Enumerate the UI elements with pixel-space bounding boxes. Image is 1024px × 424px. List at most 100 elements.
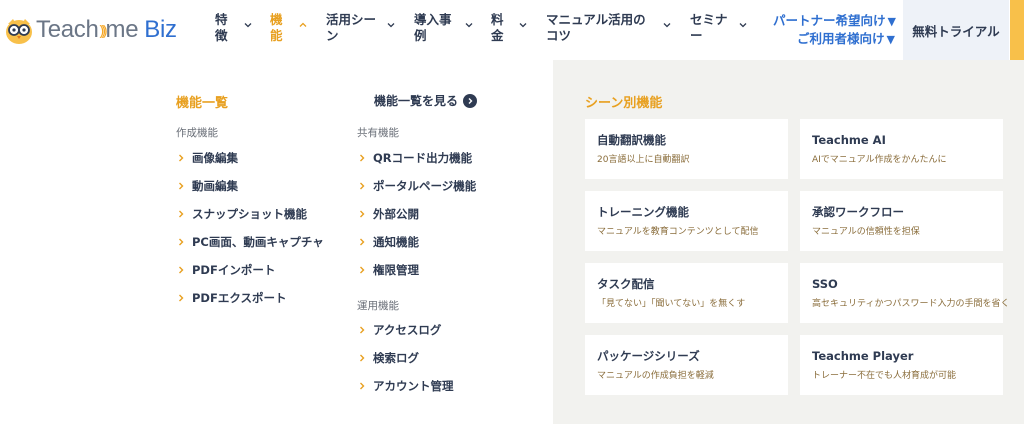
nav-functions-label: 機能 — [270, 12, 283, 43]
menu-link-screen-capture[interactable]: PC画面、動画キャプチャ — [176, 234, 324, 250]
card-description: 20言語以上に自動翻訳 — [597, 155, 690, 165]
nav-features-label: 特徴 — [215, 12, 228, 43]
menu-link-video-edit[interactable]: 動画編集 — [176, 178, 238, 194]
chevron-right-icon — [360, 238, 365, 246]
menu-link-label: 検索ログ — [373, 351, 419, 365]
menu-link-snapshot[interactable]: スナップショット機能 — [176, 206, 307, 222]
chevron-up-icon — [298, 20, 308, 30]
nav-case-studies[interactable]: 導入事例 — [414, 12, 473, 44]
menu-link-access-log[interactable]: アクセスログ — [357, 322, 441, 338]
card-title: パッケージシリーズ — [597, 349, 700, 363]
nav-functions[interactable]: 機能 — [270, 12, 307, 44]
see-all-features-link[interactable]: 機能一覧を見る — [374, 92, 478, 109]
menu-link-search-log[interactable]: 検索ログ — [357, 350, 419, 366]
menu-link-label: 通知機能 — [373, 235, 419, 249]
card-title: Teachme Player — [812, 349, 914, 363]
menu-link-permissions[interactable]: 権限管理 — [357, 262, 419, 278]
chevron-right-icon — [360, 182, 365, 190]
chevron-right-icon — [179, 154, 184, 162]
chevron-right-icon — [179, 182, 184, 190]
card-description: 「見てない」「聞いてない」を無くす — [597, 299, 746, 309]
menu-link-label: ポータルページ機能 — [373, 179, 477, 193]
nav-pricing[interactable]: 料金 — [491, 12, 527, 44]
partner-link-label: パートナー希望向け — [773, 13, 886, 28]
operation-group-label: 運用機能 — [357, 300, 399, 312]
card-title: タスク配信 — [597, 277, 655, 291]
menu-link-image-edit[interactable]: 画像編集 — [176, 150, 238, 166]
menu-link-label: PDFインポート — [192, 263, 276, 277]
menu-link-label: スナップショット機能 — [192, 207, 307, 221]
chevron-right-icon — [179, 210, 184, 218]
scene-card-training[interactable]: トレーニング機能 マニュアルを教育コンテンツとして配信 — [585, 191, 788, 251]
nav-manual-tips[interactable]: マニュアル活用のコツ — [546, 12, 671, 44]
chevron-down-icon — [243, 20, 253, 30]
nav-manual-tips-label: マニュアル活用のコツ — [546, 12, 646, 43]
chevron-right-icon — [360, 354, 365, 362]
see-all-label: 機能一覧を見る — [374, 94, 459, 108]
scene-card-sso[interactable]: SSO 高セキュリティかつパスワード入力の手間を省く — [800, 263, 1010, 323]
menu-link-label: 動画編集 — [192, 179, 238, 193]
scene-card-teachme-ai[interactable]: Teachme AI AIでマニュアル作成をかんたんに — [800, 119, 1003, 179]
nav-use-cases[interactable]: 活用シーン — [326, 12, 395, 44]
menu-link-pdf-export[interactable]: PDFエクスポート — [176, 290, 286, 306]
triangle-down-icon: ▼ — [887, 15, 896, 28]
scene-card-package-series[interactable]: パッケージシリーズ マニュアルの作成負担を軽減 — [585, 335, 788, 395]
menu-link-account-management[interactable]: アカウント管理 — [357, 378, 454, 394]
logo-text-me: me — [105, 16, 139, 43]
menu-link-notifications[interactable]: 通知機能 — [357, 234, 419, 250]
card-description: マニュアルの作成負担を軽減 — [597, 371, 714, 381]
logo-text-biz: Biz — [144, 16, 177, 43]
arrow-circle-right-icon — [463, 93, 478, 108]
logo-text-teach: Teach — [36, 16, 99, 43]
accent-bar — [1010, 0, 1024, 60]
chevron-right-icon — [360, 326, 365, 334]
chevron-down-icon — [464, 20, 474, 30]
logo-wordmark: Teach ))) me Biz — [36, 16, 177, 44]
sharing-group-label: 共有機能 — [357, 127, 399, 139]
scene-card-approval-workflow[interactable]: 承認ワークフロー マニュアルの信頼性を担保 — [800, 191, 1003, 251]
menu-link-label: PC画面、動画キャプチャ — [192, 235, 324, 249]
audience-links: パートナー希望向け ▼ ご利用者様向け ▼ — [773, 12, 896, 48]
nav-case-studies-label: 導入事例 — [414, 12, 452, 43]
nav-use-cases-label: 活用シーン — [326, 12, 377, 43]
user-link[interactable]: ご利用者様向け ▼ — [773, 30, 895, 48]
scene-card-teachme-player[interactable]: Teachme Player トレーナー不在でも人材育成が可能 — [800, 335, 1003, 395]
site-header: Teach ))) me Biz 特徴 機能 活用シーン 導入事例 料金 マニュ… — [0, 0, 1024, 60]
card-description: AIでマニュアル作成をかんたんに — [812, 155, 947, 165]
chevron-right-icon — [360, 266, 365, 274]
menu-link-label: QRコード出力機能 — [373, 151, 473, 165]
menu-link-label: 権限管理 — [373, 263, 419, 277]
menu-link-portal-page[interactable]: ポータルページ機能 — [357, 178, 476, 194]
partner-link[interactable]: パートナー希望向け ▼ — [773, 12, 896, 30]
chevron-down-icon — [386, 20, 396, 30]
card-title: 自動翻訳機能 — [597, 133, 666, 147]
card-description: 高セキュリティかつパスワード入力の手間を省く — [812, 299, 1010, 309]
user-link-label: ご利用者様向け — [797, 31, 885, 46]
chevron-right-icon — [179, 294, 184, 302]
wave-icon: ))) — [99, 22, 108, 38]
logo[interactable]: Teach ))) me Biz — [4, 13, 177, 47]
chevron-right-icon — [360, 154, 365, 162]
owl-logo-icon — [6, 19, 32, 44]
menu-link-label: アクセスログ — [373, 323, 442, 337]
menu-link-label: 画像編集 — [192, 151, 238, 165]
card-description: トレーナー不在でも人材育成が可能 — [812, 371, 957, 381]
triangle-down-icon: ▼ — [886, 33, 895, 46]
menu-link-qr-code[interactable]: QRコード出力機能 — [357, 150, 472, 166]
card-description: マニュアルを教育コンテンツとして配信 — [597, 227, 759, 237]
menu-link-pdf-import[interactable]: PDFインポート — [176, 262, 275, 278]
menu-link-label: 外部公開 — [373, 207, 419, 221]
scene-card-task-delivery[interactable]: タスク配信 「見てない」「聞いてない」を無くす — [585, 263, 788, 323]
scene-card-auto-translate[interactable]: 自動翻訳機能 20言語以上に自動翻訳 — [585, 119, 788, 179]
menu-link-label: アカウント管理 — [373, 379, 454, 393]
free-trial-button[interactable]: 無料トライアル — [903, 0, 1009, 60]
menu-link-external-publish[interactable]: 外部公開 — [357, 206, 419, 222]
card-description: マニュアルの信頼性を担保 — [812, 227, 920, 237]
nav-seminars[interactable]: セミナー — [690, 12, 747, 44]
chevron-right-icon — [179, 238, 184, 246]
chevron-right-icon — [179, 266, 184, 274]
card-title: トレーニング機能 — [597, 205, 689, 219]
nav-features[interactable]: 特徴 — [215, 12, 252, 44]
chevron-right-icon — [360, 382, 365, 390]
chevron-down-icon — [518, 20, 528, 30]
